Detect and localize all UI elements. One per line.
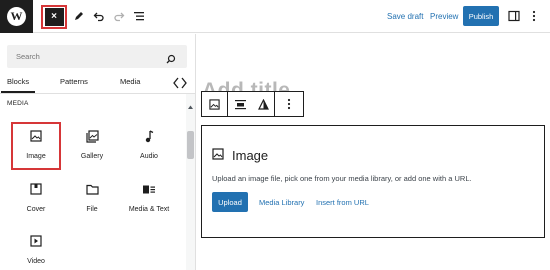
block-label: Audio bbox=[140, 153, 158, 160]
inserter-tabs: Blocks Patterns Media bbox=[0, 75, 195, 94]
editor-canvas: Add title Image Upload an image file, pi… bbox=[197, 34, 550, 270]
publish-button[interactable]: Publish bbox=[463, 6, 499, 26]
options-menu-icon[interactable] bbox=[527, 9, 541, 23]
close-inserter-highlight: × bbox=[41, 5, 67, 29]
tab-media[interactable]: Media bbox=[120, 77, 140, 86]
save-draft-button[interactable]: Save draft bbox=[387, 12, 423, 21]
block-label: Cover bbox=[26, 206, 46, 213]
media-library-button[interactable]: Media Library bbox=[259, 198, 304, 207]
block-search-input[interactable]: Search bbox=[7, 45, 187, 68]
image-block-placeholder: Image Upload an image file, pick one fro… bbox=[201, 125, 545, 238]
placeholder-description: Upload an image file, pick one from your… bbox=[212, 174, 472, 183]
section-label-media: MEDIA bbox=[7, 100, 29, 107]
block-gallery[interactable]: Gallery bbox=[67, 124, 117, 172]
redo-icon[interactable] bbox=[112, 9, 126, 23]
align-icon[interactable] bbox=[228, 92, 254, 116]
media-text-icon bbox=[142, 181, 156, 197]
block-label: File bbox=[86, 206, 98, 213]
video-icon bbox=[30, 233, 42, 249]
scroll-up-arrow-icon[interactable] bbox=[187, 97, 194, 109]
cover-icon bbox=[30, 181, 42, 197]
preview-button[interactable]: Preview bbox=[430, 12, 458, 21]
block-options-icon[interactable] bbox=[275, 92, 303, 116]
block-label: Image bbox=[26, 153, 46, 160]
top-toolbar: W × Save draft Preview Publish bbox=[0, 0, 550, 33]
search-icon bbox=[166, 51, 176, 69]
block-video[interactable]: Video bbox=[11, 229, 61, 270]
block-type-image-icon[interactable] bbox=[202, 92, 227, 116]
undo-icon[interactable] bbox=[92, 9, 106, 23]
file-icon bbox=[85, 181, 99, 197]
image-icon bbox=[30, 128, 42, 144]
tab-blocks[interactable]: Blocks bbox=[0, 77, 36, 93]
block-media-text[interactable]: Media & Text bbox=[124, 177, 174, 225]
insert-from-url-button[interactable]: Insert from URL bbox=[316, 198, 369, 207]
block-audio[interactable]: Audio bbox=[124, 124, 174, 172]
tools-pen-icon[interactable] bbox=[72, 9, 86, 23]
placeholder-title: Image bbox=[232, 148, 269, 163]
placeholder-header: Image bbox=[212, 148, 268, 163]
block-label: Gallery bbox=[80, 153, 104, 160]
wordpress-logo-button[interactable]: W bbox=[0, 0, 33, 33]
close-inserter-button[interactable]: × bbox=[44, 8, 64, 26]
wordpress-logo-icon: W bbox=[7, 7, 26, 26]
settings-sidebar-icon[interactable] bbox=[507, 9, 521, 23]
block-file[interactable]: File bbox=[67, 177, 117, 225]
tab-patterns[interactable]: Patterns bbox=[60, 77, 88, 86]
block-label: Media & Text bbox=[128, 206, 170, 213]
duotone-filter-icon[interactable] bbox=[254, 92, 274, 116]
gallery-icon bbox=[85, 128, 99, 144]
inserter-scrollbar[interactable] bbox=[186, 94, 195, 270]
block-image[interactable]: Image bbox=[11, 122, 61, 170]
image-icon bbox=[212, 148, 224, 163]
block-toolbar bbox=[201, 91, 304, 117]
upload-button[interactable]: Upload bbox=[212, 192, 248, 212]
block-inserter-panel: Search Blocks Patterns Media MEDIA Image… bbox=[0, 34, 196, 270]
pattern-explorer-icon[interactable] bbox=[173, 76, 187, 94]
block-cover[interactable]: Cover bbox=[11, 177, 61, 225]
audio-icon bbox=[144, 128, 154, 144]
document-overview-icon[interactable] bbox=[132, 9, 146, 23]
block-label: Video bbox=[27, 258, 45, 265]
scrollbar-thumb[interactable] bbox=[187, 131, 194, 159]
search-placeholder: Search bbox=[16, 52, 40, 61]
